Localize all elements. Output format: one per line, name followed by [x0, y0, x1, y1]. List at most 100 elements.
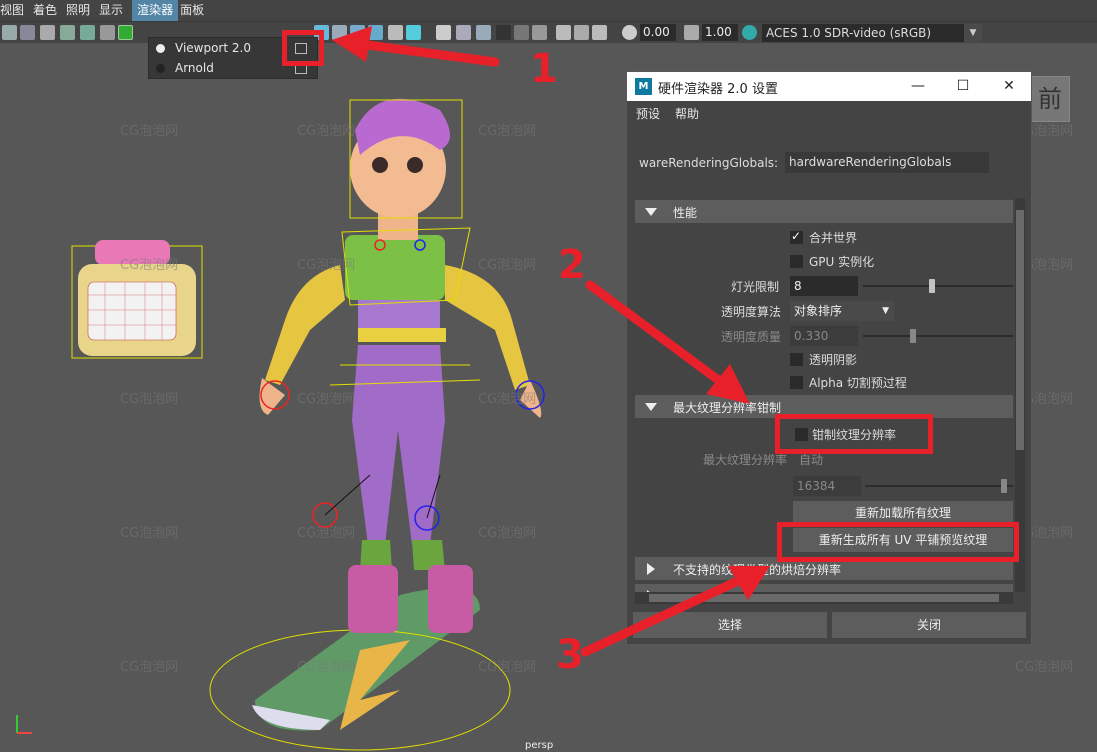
select-button[interactable]: 选择 [633, 612, 827, 638]
motion-blur-icon[interactable] [456, 25, 471, 40]
ambient-occlusion-icon[interactable] [436, 25, 451, 40]
minimize-icon[interactable]: — [907, 76, 929, 96]
watermark: CG泡泡网 [478, 526, 537, 541]
menu-lighting[interactable]: 照明 [66, 0, 97, 21]
menu-presets[interactable]: 预设 [636, 105, 660, 122]
dialog-title: 硬件渲染器 2.0 设置 [658, 82, 778, 97]
radio-selected-icon [156, 44, 165, 53]
exposure-field[interactable]: 0.00 [640, 24, 676, 41]
backface-icon[interactable] [592, 25, 607, 40]
alpha-cut-prepass-checkbox[interactable] [790, 376, 803, 389]
max-texture-res-slider-handle [1001, 479, 1007, 493]
watermark: CG泡泡网 [478, 124, 537, 139]
annotation-number-1: 1 [530, 46, 558, 92]
maya-window: 视图 着色 照明 显示 渲染器 面板 0.00 1.00 ACES 1.0 SD… [0, 0, 1097, 752]
transparency-quality-label: 透明度质量 [721, 330, 782, 344]
node-label: wareRenderingGlobals: [639, 156, 779, 170]
xray-active-icon[interactable] [574, 25, 589, 40]
light-limit-label: 灯光限制 [731, 280, 780, 294]
watermark: CG泡泡网 [297, 392, 356, 407]
watermark: CG泡泡网 [478, 258, 537, 273]
camera-icon[interactable] [2, 25, 17, 40]
light-limit-slider-handle[interactable] [929, 279, 935, 293]
xray-icon[interactable] [532, 25, 547, 40]
light-limit-slider[interactable] [863, 285, 1013, 287]
menu-view[interactable]: 视图 [0, 0, 31, 21]
menu-help[interactable]: 帮助 [675, 105, 699, 122]
dialog-titlebar[interactable]: M 硬件渲染器 2.0 设置 — ☐ ✕ [627, 72, 1031, 101]
renderer-item-label: Viewport 2.0 [175, 41, 251, 55]
transparent-shadows-label: 透明阴影 [809, 353, 858, 367]
gamma-field[interactable]: 1.00 [702, 24, 738, 41]
annotation-number-2: 2 [558, 242, 586, 288]
scrollbar-thumb[interactable] [649, 594, 999, 602]
transparency-quality-field: 0.330 [790, 326, 858, 346]
character-model [259, 98, 545, 633]
xray-joints-icon[interactable] [556, 25, 571, 40]
light-limit-field[interactable]: 8 [790, 276, 858, 296]
watermark: CG泡泡网 [297, 660, 356, 675]
image-plane-icon[interactable] [60, 25, 75, 40]
alpha-cut-prepass-label: Alpha 切割预过程 [809, 376, 907, 390]
pan-zoom-icon[interactable] [100, 25, 115, 40]
axis-gizmo [16, 715, 32, 734]
watermark: CG泡泡网 [478, 392, 537, 407]
smooth-shade-icon[interactable] [332, 25, 347, 40]
section-performance[interactable]: 性能 [635, 200, 1013, 223]
max-texture-res-slider [865, 485, 1013, 487]
watermark: CG泡泡网 [478, 660, 537, 675]
textured-icon[interactable] [350, 25, 365, 40]
scrollbar-thumb[interactable] [1016, 210, 1024, 450]
viewport-menubar: 视图 着色 照明 显示 渲染器 面板 [0, 0, 1097, 21]
expand-triangle-icon [645, 403, 657, 411]
watermark: CG泡泡网 [120, 392, 179, 407]
lights-icon[interactable] [388, 25, 403, 40]
horizontal-scrollbar[interactable] [635, 592, 1013, 604]
view-cube[interactable]: 前 [1030, 76, 1070, 122]
menu-shading[interactable]: 着色 [33, 0, 64, 21]
close-icon[interactable]: ✕ [998, 76, 1020, 96]
watermark: CG泡泡网 [297, 258, 356, 273]
transparency-algorithm-label: 透明度算法 [721, 305, 782, 319]
annotation-box-1 [282, 30, 324, 66]
grease-pencil-icon[interactable] [80, 25, 95, 40]
isolate-icon[interactable] [514, 25, 529, 40]
dialog-menubar: 预设 帮助 [627, 101, 1031, 123]
max-texture-res-field: 16384 [793, 476, 861, 496]
menu-renderer[interactable]: 渲染器 [132, 0, 179, 21]
watermark: CG泡泡网 [1015, 660, 1074, 675]
depth-of-field-icon[interactable] [496, 25, 511, 40]
merge-world-label: 合并世界 [809, 231, 858, 245]
section-collapsed[interactable] [635, 584, 1013, 592]
annotation-number-3: 3 [556, 632, 584, 678]
expand-triangle-icon [645, 208, 657, 216]
checker-icon[interactable] [368, 25, 383, 40]
node-name-field[interactable]: hardwareRenderingGlobals [785, 152, 989, 173]
watermark: CG泡泡网 [297, 124, 356, 139]
chevron-down-icon: ▼ [964, 24, 982, 42]
menu-show[interactable]: 显示 [99, 0, 130, 21]
color-space-dropdown[interactable]: ACES 1.0 SDR-video (sRGB) ▼ [762, 24, 982, 42]
bookmark-icon[interactable] [40, 25, 55, 40]
section-title: 不支持的纹理类型的烘焙分辨率 [673, 563, 842, 577]
gpu-instancing-checkbox[interactable] [790, 255, 803, 268]
camera-label: persp [525, 740, 554, 751]
collapse-triangle-icon [647, 563, 655, 575]
gamma-icon[interactable] [684, 25, 699, 40]
transparent-shadows-checkbox[interactable] [790, 353, 803, 366]
menu-panels[interactable]: 面板 [180, 0, 211, 21]
maximize-icon[interactable]: ☐ [952, 76, 974, 96]
annotation-box-2 [775, 414, 933, 454]
transparency-algorithm-dropdown[interactable]: 对象排序 ▼ [790, 301, 894, 321]
close-button[interactable]: 关闭 [832, 612, 1026, 638]
antialias-icon[interactable] [476, 25, 491, 40]
2d-pan-icon[interactable] [118, 25, 133, 40]
camera-attributes-icon[interactable] [20, 25, 35, 40]
radio-unselected-icon [156, 64, 165, 73]
shadows-icon[interactable] [406, 25, 421, 40]
grid-icon[interactable] [622, 25, 637, 40]
merge-world-checkbox[interactable] [790, 229, 803, 244]
chevron-down-icon: ▼ [882, 306, 889, 316]
color-management-icon[interactable] [742, 25, 757, 40]
section-title: 性能 [673, 206, 698, 220]
